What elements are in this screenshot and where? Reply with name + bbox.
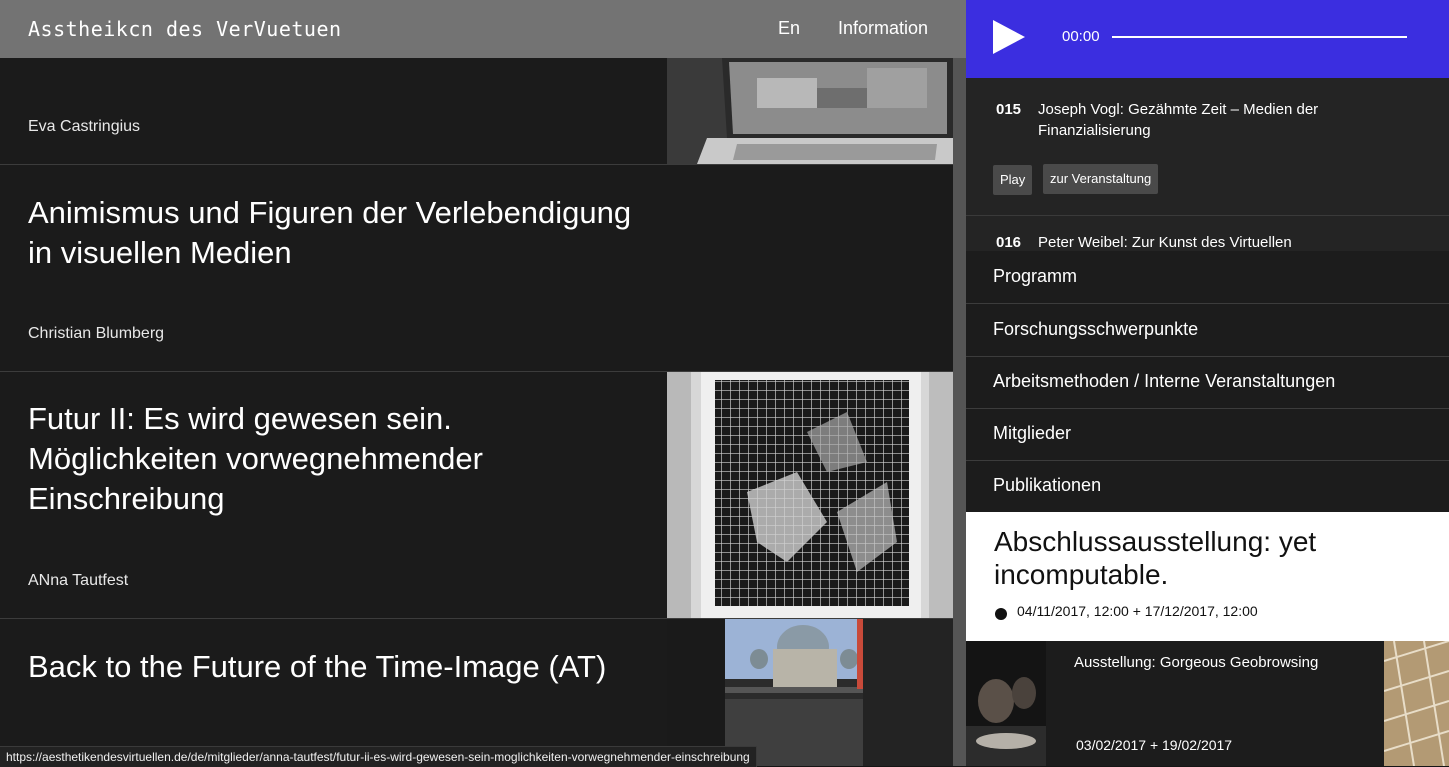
playlist-separator [966,215,1449,216]
column-divider [953,58,966,766]
nav-item-label: Forschungsschwerpunkte [993,319,1199,339]
exhibition-title[interactable]: Ausstellung: Gorgeous Geobrowsing [1074,653,1324,673]
exhibition-thumbnail-secondary[interactable] [1384,641,1449,766]
site-title[interactable]: Asstheikcn des VerVuetuen [28,17,342,41]
exhibition-thumbnail[interactable] [966,641,1046,766]
featured-event-dates: 04/11/2017, 12:00 + 17/12/2017, 12:00 [1017,603,1258,619]
nav-item-label: Publikationen [993,475,1102,495]
playlist-item-title: Joseph Vogl: Gezähmte Zeit – Medien der … [1038,101,1319,139]
entry-thumbnail-cathedral[interactable] [667,619,953,766]
entry-futur-ii[interactable]: Futur II: Es wird gewesen sein. Möglichk… [0,372,953,619]
play-button[interactable]: Play [993,165,1033,195]
information-link[interactable]: Information [838,18,928,39]
entry-title[interactable]: Back to the Future of the Time-Image (AT… [28,647,648,687]
playlist-item-title: Peter Weibel: Zur Kunst des Virtuellen [1038,234,1292,251]
playlist: 015 Joseph Vogl: Gezähmte Zeit – Medien … [966,78,1449,251]
entry-author: ANna Tautfest [28,572,129,589]
entry-author: Christian Blumberg [28,325,165,342]
entry-back-to-the-future[interactable]: Back to the Future of the Time-Image (AT… [0,619,953,766]
event-link-button[interactable]: zur Veranstaltung [1043,164,1159,194]
player-time: 00:00 [1062,28,1100,45]
nav-item-arbeitsmethoden[interactable]: Arbeitsmethoden / Interne Veranstaltunge… [966,356,1449,409]
header-bar: Asstheikcn des VerVuetuen En Information [0,0,966,58]
language-switch[interactable]: En [778,18,800,39]
exhibition-dates: 03/02/2017 + 19/02/2017 [1076,737,1233,753]
entries-column: Eva Castringius Animismus und Figuren de… [0,0,953,766]
audio-player: 00:00 [966,0,1449,78]
featured-event-title[interactable]: Abschlussausstellung: yet incomputable. [994,525,1414,591]
status-bar-url: https://aesthetikendesvirtuellen.de/de/m… [0,746,757,767]
play-icon[interactable] [993,20,1027,59]
nav-item-publikationen[interactable]: Publikationen [966,460,1449,512]
entry-thumbnail-grid-artwork[interactable] [667,372,953,618]
entry-thumbnail-laptop[interactable] [667,58,953,164]
nav-item-mitglieder[interactable]: Mitglieder [966,408,1449,461]
live-dot-icon [995,608,1007,620]
player-progress-bar[interactable] [1112,36,1407,38]
featured-event[interactable]: Abschlussausstellung: yet incomputable. … [966,512,1449,641]
exhibition-item[interactable]: Ausstellung: Gorgeous Geobrowsing 03/02/… [966,641,1449,766]
nav-item-programm[interactable]: Programm [966,251,1449,304]
entry-eva-castringius[interactable]: Eva Castringius [0,58,953,165]
sidebar: 00:00 015 Joseph Vogl: Gezähmte Zeit – M… [966,0,1449,766]
nav-item-label: Arbeitsmethoden / Interne Veranstaltunge… [993,371,1336,391]
entry-animismus[interactable]: Animismus und Figuren der Verlebendigung… [0,165,953,372]
nav-item-forschungsschwerpunkte[interactable]: Forschungsschwerpunkte [966,304,1449,357]
nav-item-label: Mitglieder [993,423,1072,443]
playlist-item-number: 015 [996,101,1022,118]
entry-author: Eva Castringius [28,118,141,135]
entry-title[interactable]: Animismus und Figuren der Verlebendigung… [28,193,648,273]
entry-title[interactable]: Futur II: Es wird gewesen sein. Möglichk… [28,399,648,519]
nav-item-label: Programm [993,266,1078,286]
playlist-item-number: 016 [996,234,1022,251]
